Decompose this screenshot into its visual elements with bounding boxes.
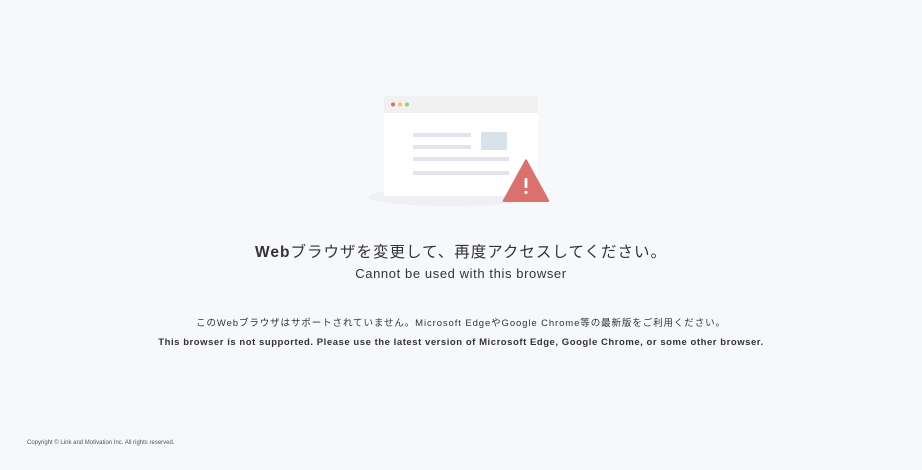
unsupported-browser-page: Webブラウザを変更して、再度アクセスしてください。 Cannot be use… (0, 0, 922, 470)
content-line (413, 171, 509, 175)
content-line (413, 157, 509, 161)
content-image-block (481, 132, 507, 150)
content-line (413, 145, 471, 149)
unsupported-message-japanese: このWebブラウザはサポートされていません。Microsoft EdgeやGoo… (196, 318, 726, 329)
window-dot-yellow (398, 102, 402, 107)
window-dot-green (405, 102, 409, 107)
window-dot-red (391, 102, 395, 107)
browser-warning-illustration (368, 96, 550, 206)
content-line (413, 133, 471, 137)
copyright-footer: Copyright © Link and Motivation Inc. All… (27, 440, 175, 446)
unsupported-message-english: This browser is not supported. Please us… (158, 337, 764, 348)
page-title: Webブラウザを変更して、再度アクセスしてください。 (254, 244, 667, 261)
page-subtitle: Cannot be used with this browser (355, 266, 567, 281)
